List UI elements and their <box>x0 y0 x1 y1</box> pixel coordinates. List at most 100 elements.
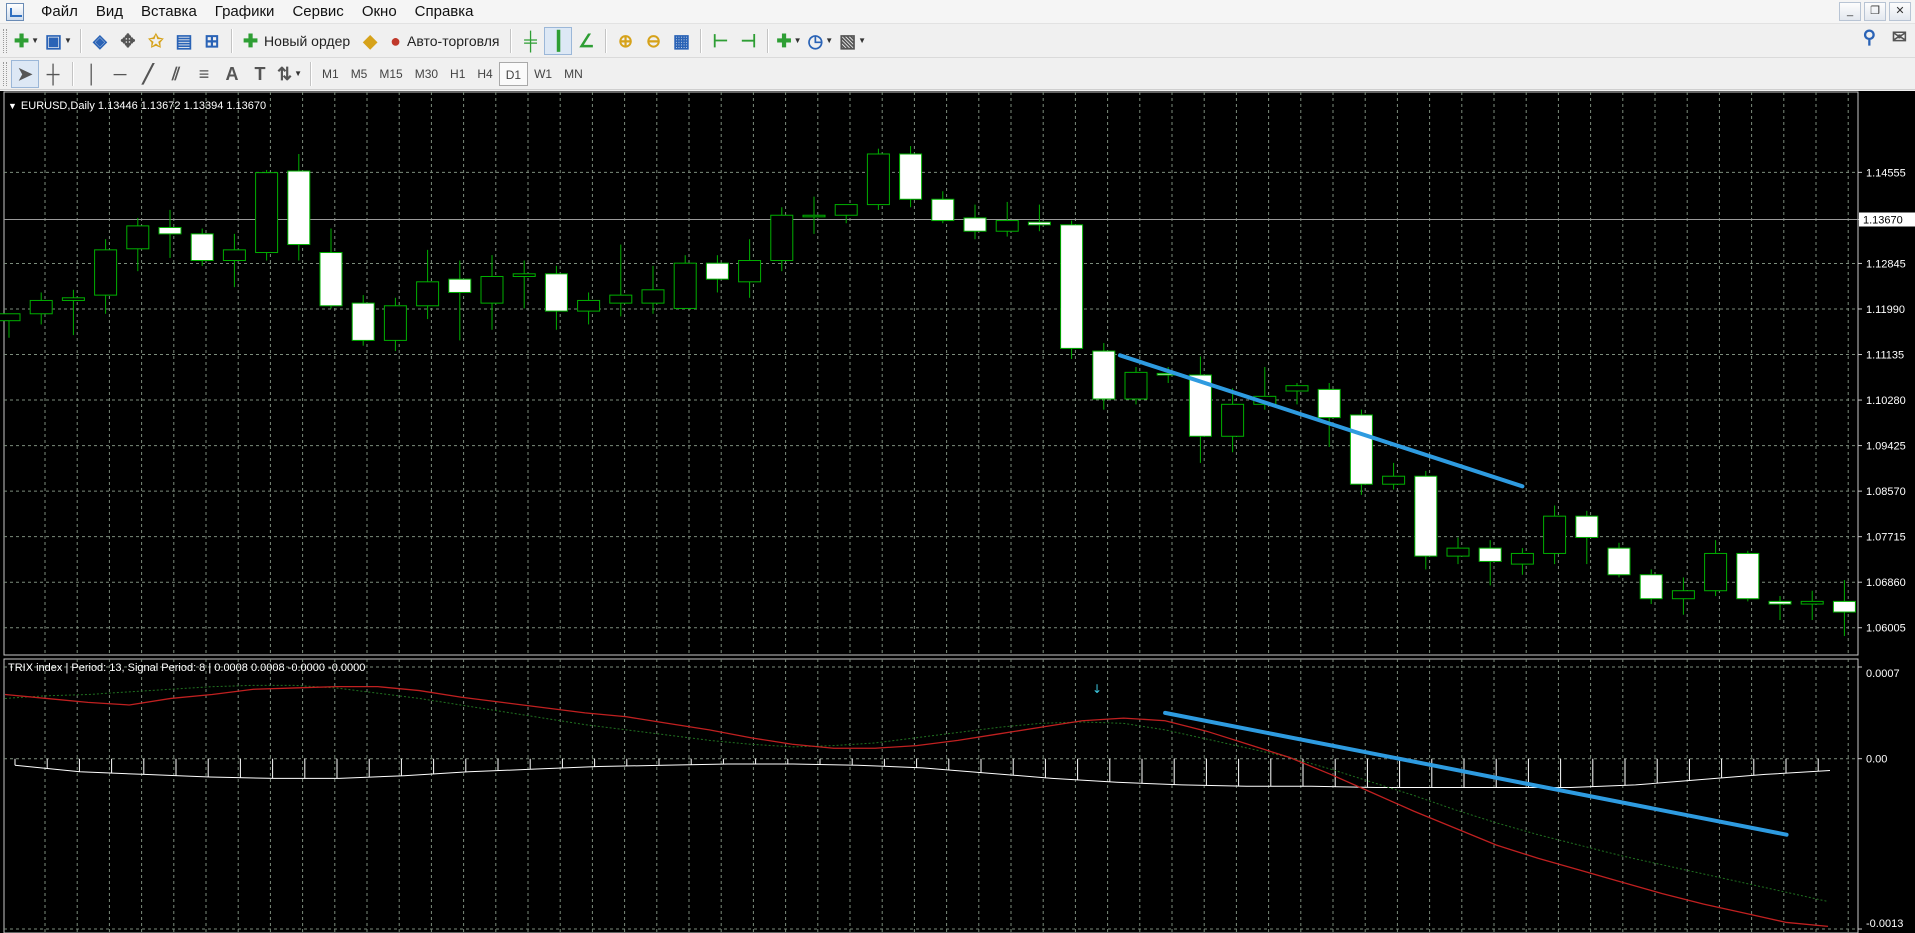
candle <box>94 239 118 314</box>
menu-view[interactable]: Вид <box>87 1 132 23</box>
equidistant-channel-button[interactable]: ⫽ <box>162 60 190 88</box>
candle-body <box>673 262 697 309</box>
menu-tools[interactable]: Сервис <box>283 1 352 23</box>
dropdown-arrow-icon: ▼ <box>825 36 834 45</box>
profiles-button[interactable]: ▣ ▼ <box>42 27 75 55</box>
toolbar-grip[interactable] <box>3 61 7 86</box>
candle <box>1317 383 1341 447</box>
horizontal-line-button[interactable]: ─ <box>106 60 134 88</box>
search-icon[interactable]: ⚲ <box>1863 28 1876 46</box>
crosshair-icon: ✥ <box>120 30 136 51</box>
bar-chart-button[interactable]: ╪ <box>516 27 544 55</box>
menu-window[interactable]: Окно <box>353 1 406 23</box>
templates-icon: ▧ <box>839 30 857 51</box>
market-watch-button[interactable]: ◈ <box>86 27 114 55</box>
candle-body <box>1349 414 1373 485</box>
dropdown-arrow-icon: ▼ <box>294 69 303 78</box>
dropdown-arrow-icon: ▼ <box>31 36 40 45</box>
timeframe-m1[interactable]: M1 <box>316 62 345 86</box>
candle <box>738 239 762 298</box>
bar-chart-icon: ╪ <box>524 30 537 51</box>
vertical-line-button[interactable]: │ <box>78 60 106 88</box>
chart-window[interactable]: ↓ 1.14555 1.13670 1.12845 1.11990 1.11135 1.10… <box>0 91 1915 933</box>
periods-button[interactable]: ◷ ▼ <box>805 27 837 55</box>
restore-button[interactable]: ❐ <box>1864 2 1886 21</box>
navigator-button[interactable]: ✩ <box>142 27 170 55</box>
candlesticks-button[interactable]: ┃ <box>544 26 573 55</box>
text-label-button[interactable]: T <box>246 60 274 88</box>
templates-button[interactable]: ▧ ▼ <box>836 27 869 55</box>
arrows-icon: ⇅ <box>277 63 293 84</box>
candle <box>255 169 279 261</box>
collapse-triangle-icon[interactable]: ▼ <box>8 101 17 111</box>
close-button[interactable]: ✕ <box>1889 2 1911 21</box>
timeframe-h1[interactable]: H1 <box>444 62 471 86</box>
candle-body <box>1414 475 1438 557</box>
zoom-out-button[interactable]: ⊖ <box>639 27 667 55</box>
candlesticks-icon: ┃ <box>553 30 564 51</box>
timeframe-m15[interactable]: M15 <box>373 62 408 86</box>
autoscroll-button[interactable]: ⊣ <box>734 27 762 55</box>
toolbar-separator <box>700 28 702 53</box>
standard-toolbar: ✚ ▼ ▣ ▼ ◈ ✥ ✩ ▤ ⊞ ✚ Новый ордер ◆ ● Авто-тор… <box>0 24 1915 58</box>
candle-body <box>1060 224 1084 349</box>
zoom-in-button[interactable]: ⊕ <box>611 27 639 55</box>
candle-body <box>1446 547 1470 557</box>
timeframe-h4[interactable]: H4 <box>471 62 498 86</box>
crosshair-button[interactable]: ┼ <box>39 60 67 88</box>
trix-histogram <box>14 758 1831 789</box>
chart-canvas[interactable]: ↓ 1.14555 1.13670 1.12845 1.11990 1.11135 1.10… <box>0 91 1915 933</box>
new-chart-button[interactable]: ✚ ▼ <box>11 27 42 55</box>
indicator-pane-title: TRIX index | Period: 13, Signal Period: … <box>8 662 365 674</box>
price-tick-label: 1.11990 <box>1866 304 1905 316</box>
auto-trading-icon: ● <box>390 30 402 51</box>
vertical-line-icon: │ <box>86 63 98 84</box>
terminal-button[interactable]: ▤ <box>170 27 198 55</box>
candle <box>963 204 987 240</box>
candle-body <box>899 153 923 200</box>
new-order-button[interactable]: ✚ Новый ордер <box>237 27 356 55</box>
zoom-out-icon: ⊖ <box>645 30 662 51</box>
timeframe-m30[interactable]: M30 <box>409 62 444 86</box>
candle-body <box>641 289 665 304</box>
timeframe-d1[interactable]: D1 <box>498 61 529 86</box>
candle <box>1575 510 1599 565</box>
tile-windows-button[interactable]: ▦ <box>667 27 695 55</box>
candle <box>512 260 536 309</box>
trendline-button[interactable]: ╱ <box>134 60 162 88</box>
candle <box>577 292 601 325</box>
candle <box>641 265 665 314</box>
menu-charts[interactable]: Графики <box>206 1 284 23</box>
menu-insert[interactable]: Вставка <box>132 1 206 23</box>
line-chart-button[interactable]: ∠ <box>572 27 600 55</box>
metaeditor-button[interactable]: ◆ <box>356 27 384 55</box>
cursor-button[interactable]: ➤ <box>11 59 39 88</box>
timeframe-w1[interactable]: W1 <box>528 62 558 86</box>
candle <box>1671 577 1695 615</box>
toolbar-grip[interactable] <box>3 28 7 53</box>
strategy-tester-button[interactable]: ⊞ <box>198 27 226 55</box>
timeframe-mn[interactable]: MN <box>558 62 589 86</box>
text-button[interactable]: A <box>218 60 246 88</box>
signal-line <box>4 684 1829 902</box>
main-pane-title-text: EURUSD,Daily 1.13446 1.13672 1.13394 1.1… <box>20 100 267 112</box>
tester-icon: ⊞ <box>204 30 220 51</box>
candle-body <box>190 233 214 262</box>
timeframe-m5[interactable]: M5 <box>345 62 374 86</box>
minimize-button[interactable]: _ <box>1839 2 1861 21</box>
candle-body <box>1704 552 1728 592</box>
candle-body <box>512 273 536 277</box>
toolbar-separator <box>605 28 607 53</box>
menu-file[interactable]: Файл <box>32 1 87 23</box>
data-window-button[interactable]: ✥ <box>114 27 142 55</box>
chart-shift-button[interactable]: ⊢ <box>706 27 734 55</box>
app-icon[interactable] <box>6 2 24 21</box>
chat-icon[interactable]: ✉ <box>1892 28 1907 46</box>
candle-body <box>1092 350 1116 400</box>
fibonacci-button[interactable]: ≡ <box>190 60 218 88</box>
indicators-button[interactable]: ✚ ▼ <box>773 27 804 55</box>
arrows-button[interactable]: ⇅ ▼ <box>274 60 305 88</box>
auto-trading-button[interactable]: ● Авто-торговля <box>384 27 505 55</box>
candle <box>1478 540 1502 586</box>
menu-help[interactable]: Справка <box>406 1 483 23</box>
